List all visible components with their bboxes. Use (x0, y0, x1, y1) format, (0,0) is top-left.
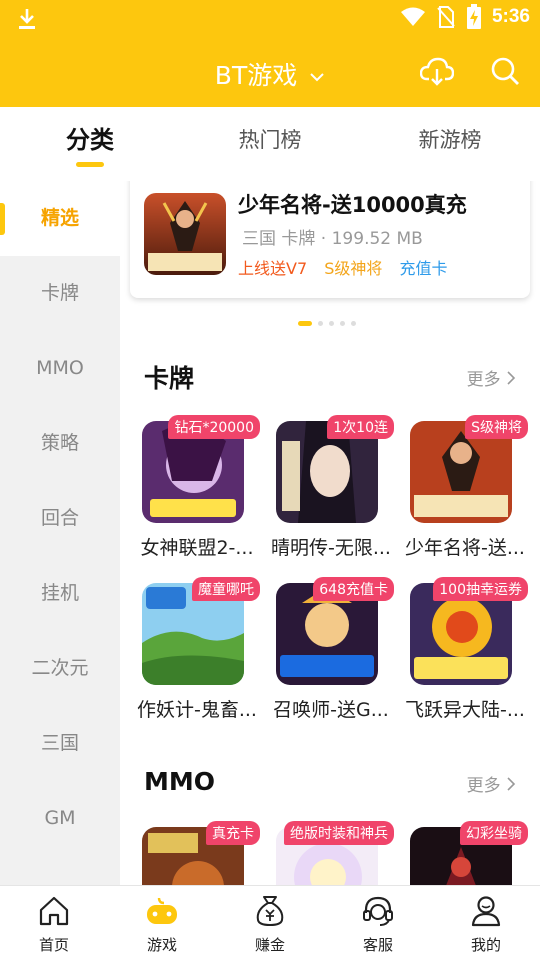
nav-earn[interactable]: 赚金 (216, 886, 324, 960)
nav-label: 赚金 (254, 936, 285, 954)
status-bar: 5:36 (0, 0, 540, 36)
carousel-dot (351, 321, 356, 326)
nav-profile[interactable]: 我的 (432, 886, 540, 960)
cloud-download-icon[interactable] (420, 57, 454, 87)
game-badge: 100抽幸运券 (433, 577, 528, 601)
nav-service[interactable]: 客服 (324, 886, 432, 960)
more-label: 更多 (466, 776, 501, 796)
carousel-indicator (298, 321, 356, 326)
nav-home[interactable]: 首页 (0, 886, 108, 960)
more-link-card[interactable]: 更多 (467, 365, 516, 390)
more-label: 更多 (466, 370, 501, 390)
nav-games[interactable]: 游戏 (108, 886, 216, 960)
sidebar-item-label: 卡牌 (40, 282, 79, 304)
sidebar-item-gm[interactable]: GM (0, 781, 120, 856)
user-icon (471, 896, 501, 927)
sidebar-item-label: 策略 (40, 432, 79, 454)
top-bar: 5:36 BT游戏 (0, 0, 540, 107)
tab-new-ranking[interactable]: 新游榜 (360, 107, 540, 181)
no-sim-icon (437, 6, 455, 28)
tab-label: 分类 (66, 126, 114, 154)
money-bag-icon (256, 896, 284, 927)
carousel-dot (340, 321, 345, 326)
tab-hot-ranking[interactable]: 热门榜 (180, 107, 360, 181)
featured-game-card[interactable]: 少年名将-送10000真充 三国 卡牌 · 199.52 MB 上线送V7 S级… (130, 181, 530, 298)
section-title-mmo: MMO (144, 767, 216, 796)
game-badge: 幻彩坐骑 (460, 821, 528, 845)
wifi-icon (400, 7, 425, 26)
nav-label: 客服 (362, 936, 393, 954)
sidebar-item-mmo[interactable]: MMO (0, 331, 120, 406)
game-name: 少年名将-送... (405, 537, 525, 559)
game-badge: 钻石*20000 (168, 415, 260, 439)
sidebar-item-card[interactable]: 卡牌 (0, 256, 120, 331)
game-name: 女神联盟2-... (140, 537, 254, 559)
game-name: 召唤师-送G... (273, 699, 389, 721)
section-title-card: 卡牌 (144, 364, 195, 393)
tab-category[interactable]: 分类 (0, 107, 180, 181)
download-notification-icon (19, 9, 35, 29)
app-header: BT游戏 (0, 40, 540, 106)
sidebar-item-label: 回合 (40, 507, 79, 529)
chevron-down-icon (310, 73, 324, 82)
sidebar-item-label: 二次元 (31, 657, 89, 679)
carousel-dot (329, 321, 334, 326)
nav-label: 我的 (470, 936, 501, 954)
sidebar-item-label: 三国 (40, 732, 79, 754)
sidebar-item-featured[interactable]: 精选 (0, 181, 120, 256)
headset-icon (363, 896, 393, 926)
sidebar-active-bar (0, 203, 5, 235)
status-icons: 5:36 (400, 4, 530, 30)
game-badge: 1次10连 (327, 415, 394, 439)
game-badge: 魔童哪吒 (192, 577, 260, 601)
search-icon[interactable] (491, 57, 521, 87)
sidebar-item-label: MMO (36, 357, 84, 379)
bottom-navigation: 首页 游戏 赚金 客服 我的 (0, 885, 540, 960)
top-tabs: 分类 热门榜 新游榜 (0, 107, 540, 181)
chevron-right-icon (507, 371, 516, 385)
main-content: 少年名将-送10000真充 三国 卡牌 · 199.52 MB 上线送V7 S级… (120, 181, 540, 885)
sidebar-item-anime[interactable]: 二次元 (0, 631, 120, 706)
tag-hero: S级神将 (324, 259, 383, 278)
sidebar-item-label: 挂机 (40, 582, 79, 604)
sidebar-item-strategy[interactable]: 策略 (0, 406, 120, 481)
nav-label: 游戏 (146, 936, 177, 954)
battery-charging-icon (466, 4, 481, 29)
game-badge: 绝版时装和神兵 (284, 821, 394, 845)
chevron-right-icon (507, 777, 516, 791)
game-badge: 648充值卡 (313, 577, 394, 601)
game-name: 晴明传-无限... (271, 537, 391, 559)
status-time: 5:36 (491, 6, 530, 27)
gamepad-icon (147, 897, 177, 924)
tab-indicator (76, 162, 104, 167)
page-title: BT游戏 (214, 61, 298, 90)
sidebar-item-label: 精选 (40, 207, 79, 229)
sidebar-item-label: GM (44, 807, 76, 829)
nav-label: 首页 (38, 936, 69, 954)
tag-recharge: 充值卡 (399, 259, 448, 278)
game-badge: S级神将 (465, 415, 528, 439)
sidebar-item-turn-based[interactable]: 回合 (0, 481, 120, 556)
tag-vip: 上线送V7 (238, 259, 308, 278)
carousel-dot (318, 321, 323, 326)
game-name: 作妖计-鬼畜... (137, 699, 257, 721)
featured-game-meta: 三国 卡牌 · 199.52 MB (242, 229, 423, 249)
featured-game-tags: 上线送V7 S级神将 充值卡 (238, 255, 460, 279)
carousel-dot-active (298, 321, 312, 326)
more-link-mmo[interactable]: 更多 (467, 771, 516, 796)
category-sidebar: 精选 卡牌 MMO 策略 回合 挂机 二次元 三国 GM (0, 181, 120, 885)
sidebar-item-three-kingdoms[interactable]: 三国 (0, 706, 120, 781)
game-badge: 真充卡 (206, 821, 260, 845)
home-icon (39, 896, 69, 926)
game-name: 飞跃异大陆-... (405, 699, 525, 721)
title-dropdown[interactable]: BT游戏 (0, 56, 540, 92)
tab-label: 新游榜 (418, 128, 482, 152)
sidebar-item-idle[interactable]: 挂机 (0, 556, 120, 631)
tab-label: 热门榜 (238, 128, 302, 152)
featured-game-icon (144, 193, 226, 275)
featured-game-name: 少年名将-送10000真充 (238, 193, 467, 217)
